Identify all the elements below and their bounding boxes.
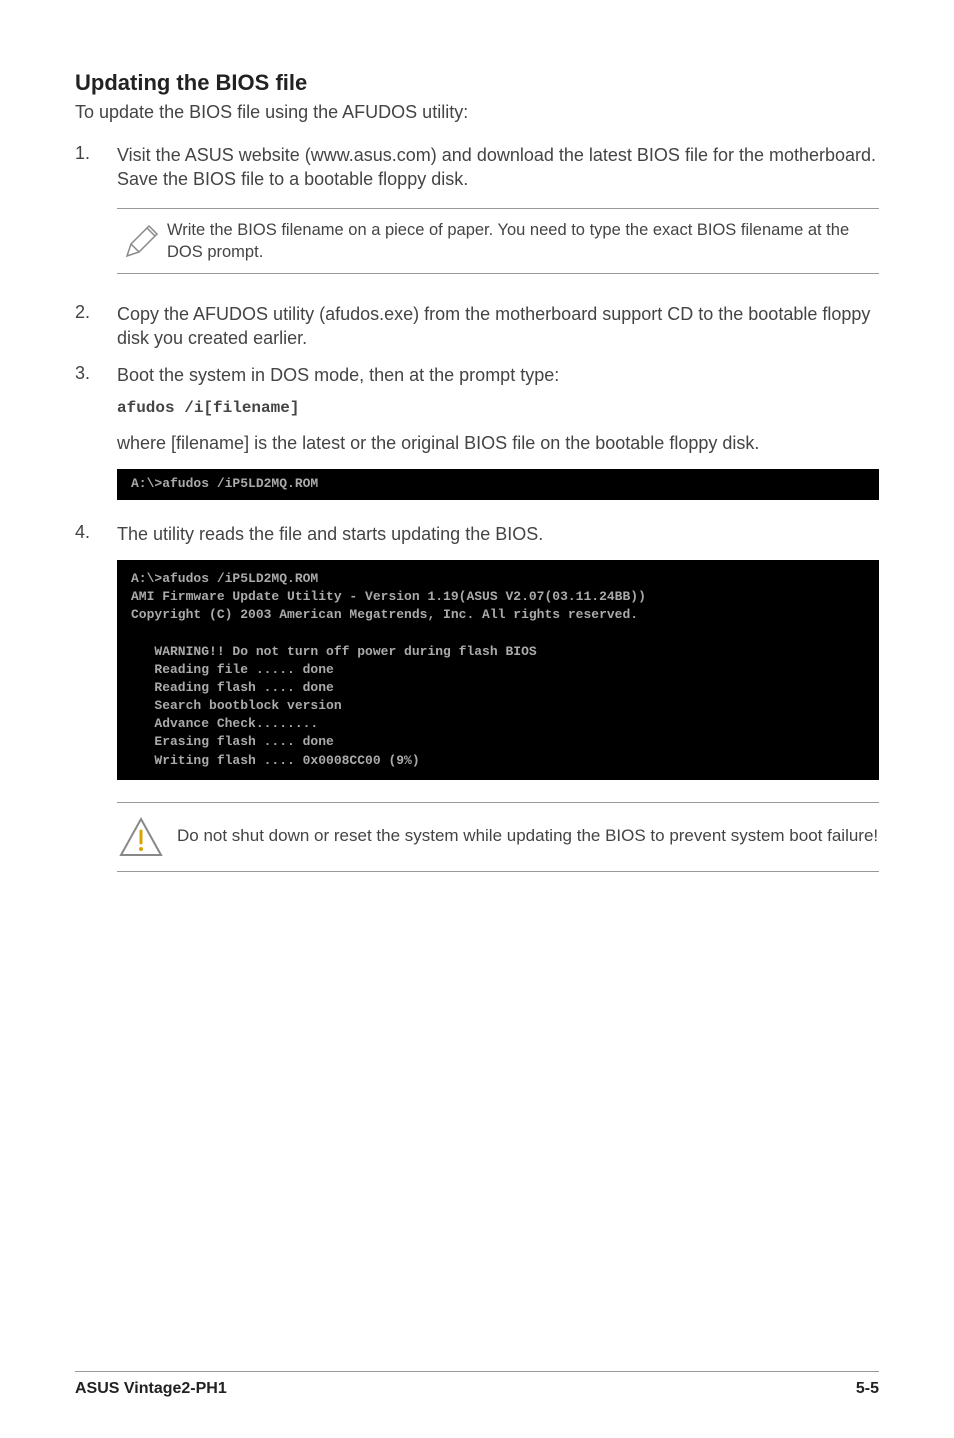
terminal-output-2: A:\>afudos /iP5LD2MQ.ROM AMI Firmware Up… (117, 560, 879, 780)
step-number: 4. (75, 522, 117, 546)
step-1: 1. Visit the ASUS website (www.asus.com)… (75, 143, 879, 192)
step-number: 3. (75, 363, 117, 387)
section-heading: Updating the BIOS file (75, 70, 879, 96)
warning-icon (117, 815, 177, 859)
note-text: Write the BIOS filename on a piece of pa… (167, 219, 879, 264)
step-number-empty (75, 431, 117, 455)
step-number: 1. (75, 143, 117, 192)
terminal-output-1: A:\>afudos /iP5LD2MQ.ROM (117, 469, 879, 499)
step-text: Visit the ASUS website (www.asus.com) an… (117, 143, 879, 192)
warning-text: Do not shut down or reset the system whi… (177, 825, 879, 848)
note-box: Write the BIOS filename on a piece of pa… (117, 208, 879, 275)
step-text: Boot the system in DOS mode, then at the… (117, 363, 879, 387)
step-3-followup: where [filename] is the latest or the or… (75, 431, 879, 455)
step-3: 3. Boot the system in DOS mode, then at … (75, 363, 879, 387)
step-text: The utility reads the file and starts up… (117, 522, 879, 546)
step-text: Copy the AFUDOS utility (afudos.exe) fro… (117, 302, 879, 351)
intro-paragraph: To update the BIOS file using the AFUDOS… (75, 102, 879, 123)
code-command: afudos /i[filename] (117, 399, 879, 417)
warning-box: Do not shut down or reset the system whi… (117, 802, 879, 872)
page-footer: ASUS Vintage2-PH1 5-5 (75, 1371, 879, 1398)
step-4: 4. The utility reads the file and starts… (75, 522, 879, 546)
step-text: where [filename] is the latest or the or… (117, 431, 879, 455)
pencil-icon (117, 220, 167, 262)
step-number: 2. (75, 302, 117, 351)
step-2: 2. Copy the AFUDOS utility (afudos.exe) … (75, 302, 879, 351)
footer-right: 5-5 (856, 1380, 879, 1398)
footer-left: ASUS Vintage2-PH1 (75, 1380, 227, 1398)
